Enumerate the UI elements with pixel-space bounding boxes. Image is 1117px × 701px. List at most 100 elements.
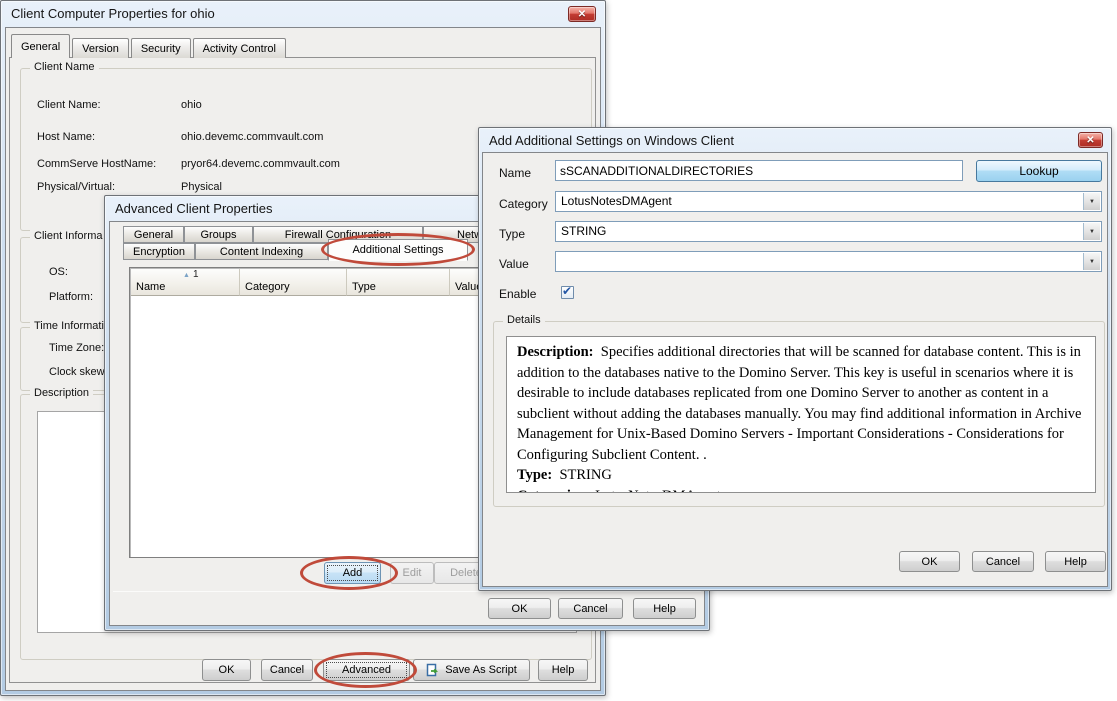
add-dlg-cancel-button[interactable]: Cancel bbox=[972, 551, 1034, 572]
details-type-value: STRING bbox=[559, 467, 611, 483]
cancel-button[interactable]: Cancel bbox=[261, 659, 313, 681]
help-button-label: Help bbox=[552, 664, 575, 676]
sort-asc-icon: ▲ bbox=[183, 272, 190, 279]
client-name-group-label: Client Name bbox=[30, 61, 99, 73]
value-arrow-glyph: ▼ bbox=[1089, 259, 1095, 265]
ok-button-label: OK bbox=[219, 664, 235, 676]
add-dialog-titlebar[interactable]: Add Additional Settings on Windows Clien… bbox=[479, 128, 1111, 152]
tab-general[interactable]: General bbox=[11, 34, 70, 58]
adv-ok-button[interactable]: OK bbox=[488, 598, 551, 619]
host-name-label: Host Name: bbox=[37, 131, 95, 143]
adv-tab-encryption-label: Encryption bbox=[133, 246, 185, 258]
save-as-script-icon bbox=[426, 663, 440, 677]
help-button[interactable]: Help bbox=[538, 659, 588, 681]
column-type-label: Type bbox=[352, 281, 376, 293]
value-combobox[interactable]: ▼ bbox=[555, 251, 1102, 272]
adv-tab-general-label: General bbox=[134, 229, 173, 241]
physical-virtual-label: Physical/Virtual: bbox=[37, 181, 115, 193]
add-dlg-help-button[interactable]: Help bbox=[1045, 551, 1106, 572]
category-dropdown-icon[interactable]: ▼ bbox=[1083, 193, 1100, 210]
sort-order-number: 1 bbox=[193, 270, 199, 280]
physical-virtual-value: Physical bbox=[181, 181, 222, 193]
details-group: Details Description: Specifies additiona… bbox=[493, 321, 1105, 507]
add-button[interactable]: Add bbox=[324, 562, 381, 584]
time-zone-label: Time Zone: bbox=[49, 342, 104, 354]
client-name-label: Client Name: bbox=[37, 99, 101, 111]
adv-cancel-button[interactable]: Cancel bbox=[558, 598, 623, 619]
cancel-button-label: Cancel bbox=[270, 664, 304, 676]
add-additional-settings-dialog: Add Additional Settings on Windows Clien… bbox=[478, 127, 1112, 591]
add-dlg-ok-button[interactable]: OK bbox=[899, 551, 960, 572]
adv-ok-label: OK bbox=[512, 603, 528, 615]
details-categories-value: LotusNotesDMAgent bbox=[595, 488, 721, 493]
client-information-group-label: Client Informa bbox=[30, 230, 106, 242]
advanced-button[interactable]: Advanced bbox=[323, 659, 410, 681]
adv-tab-groups[interactable]: Groups bbox=[184, 226, 253, 243]
time-information-group-label: Time Informati bbox=[30, 320, 108, 332]
edit-button[interactable]: Edit bbox=[390, 562, 434, 584]
clock-skew-label: Clock skew bbox=[49, 366, 105, 378]
adv-tab-additional-settings[interactable]: Additional Settings bbox=[328, 239, 468, 261]
category-combobox[interactable]: LotusNotesDMAgent ▼ bbox=[555, 191, 1102, 212]
column-header-type[interactable]: Type bbox=[347, 269, 450, 296]
adv-tab-content-indexing[interactable]: Content Indexing bbox=[195, 243, 328, 260]
add-button-label: Add bbox=[343, 567, 363, 579]
column-header-name[interactable]: Name ▲ 1 bbox=[131, 269, 240, 296]
adv-help-label: Help bbox=[653, 603, 676, 615]
adv-tab-encryption[interactable]: Encryption bbox=[123, 243, 195, 260]
checkmark-icon: ✔ bbox=[562, 284, 572, 298]
tab-security-label: Security bbox=[141, 43, 181, 55]
client-dialog-titlebar[interactable]: Client Computer Properties for ohio bbox=[1, 1, 605, 26]
value-label: Value bbox=[499, 257, 529, 271]
client-tab-strip: General Version Security Activity Contro… bbox=[11, 34, 288, 58]
tab-version[interactable]: Version bbox=[72, 38, 129, 58]
column-header-category[interactable]: Category bbox=[240, 269, 347, 296]
details-type-label: Type: bbox=[517, 467, 552, 483]
details-description-text: Specifies additional directories that wi… bbox=[517, 344, 1081, 463]
category-value: LotusNotesDMAgent bbox=[561, 194, 672, 208]
column-name-label: Name bbox=[136, 281, 165, 293]
add-dialog-title: Add Additional Settings on Windows Clien… bbox=[489, 133, 734, 148]
os-label: OS: bbox=[49, 266, 68, 278]
name-input[interactable] bbox=[555, 160, 963, 181]
lookup-button-label: Lookup bbox=[1019, 164, 1058, 178]
add-dialog-close-glyph: ✕ bbox=[1086, 135, 1094, 146]
column-category-label: Category bbox=[245, 281, 290, 293]
enable-label: Enable bbox=[499, 287, 536, 301]
details-group-label: Details bbox=[503, 314, 545, 326]
tab-general-label: General bbox=[21, 41, 60, 53]
details-text: Description: Specifies additional direct… bbox=[506, 336, 1096, 493]
adv-tab-general[interactable]: General bbox=[123, 226, 184, 243]
add-dlg-ok-label: OK bbox=[922, 556, 938, 568]
category-arrow-glyph: ▼ bbox=[1089, 199, 1095, 205]
lookup-button[interactable]: Lookup bbox=[976, 160, 1102, 182]
tab-version-label: Version bbox=[82, 43, 119, 55]
close-glyph: ✕ bbox=[578, 9, 586, 20]
type-label: Type bbox=[499, 227, 525, 241]
adv-tab-groups-label: Groups bbox=[200, 229, 236, 241]
save-as-script-label: Save As Script bbox=[445, 664, 517, 676]
add-dialog-close-icon[interactable]: ✕ bbox=[1078, 132, 1103, 148]
details-description-label: Description: bbox=[517, 344, 594, 360]
adv-tab-content-indexing-label: Content Indexing bbox=[220, 246, 303, 258]
value-dropdown-icon[interactable]: ▼ bbox=[1083, 253, 1100, 270]
ok-button[interactable]: OK bbox=[202, 659, 251, 681]
sort-indicator: ▲ 1 bbox=[183, 270, 199, 280]
commserve-hostname-value: pryor64.devemc.commvault.com bbox=[181, 158, 340, 170]
tab-security[interactable]: Security bbox=[131, 38, 191, 58]
type-arrow-glyph: ▼ bbox=[1089, 229, 1095, 235]
name-label: Name bbox=[499, 166, 531, 180]
host-name-value: ohio.devemc.commvault.com bbox=[181, 131, 323, 143]
close-icon[interactable]: ✕ bbox=[568, 6, 596, 22]
save-as-script-button[interactable]: Save As Script bbox=[413, 659, 530, 681]
platform-label: Platform: bbox=[49, 291, 93, 303]
adv-tab-additional-settings-label: Additional Settings bbox=[352, 244, 443, 256]
type-dropdown-icon[interactable]: ▼ bbox=[1083, 223, 1100, 240]
tab-activity-control[interactable]: Activity Control bbox=[193, 38, 286, 58]
type-combobox[interactable]: STRING ▼ bbox=[555, 221, 1102, 242]
add-dialog-body: Name Lookup Category LotusNotesDMAgent ▼… bbox=[482, 152, 1108, 587]
enable-checkbox[interactable]: ✔ bbox=[561, 286, 574, 299]
edit-button-label: Edit bbox=[403, 567, 422, 579]
advanced-dialog-title: Advanced Client Properties bbox=[115, 201, 273, 216]
adv-help-button[interactable]: Help bbox=[633, 598, 696, 619]
